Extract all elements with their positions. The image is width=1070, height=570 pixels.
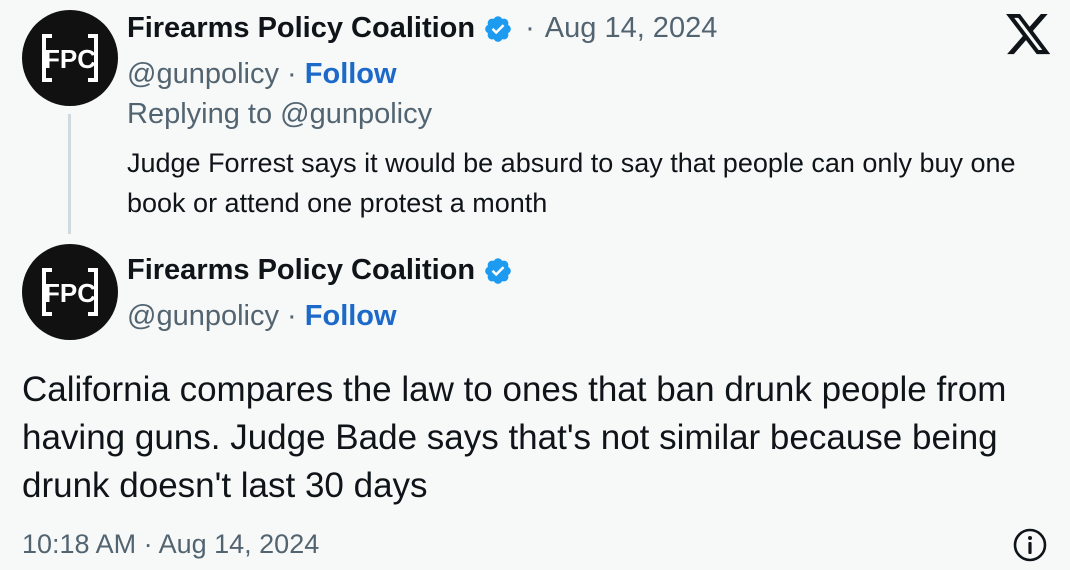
- separator-dot: ·: [525, 12, 535, 44]
- verified-badge-icon: [483, 256, 513, 286]
- handle-separator: ·: [287, 300, 297, 332]
- info-icon[interactable]: [1012, 527, 1048, 568]
- author-name[interactable]: Firearms Policy Coalition: [127, 12, 475, 45]
- author-name[interactable]: Firearms Policy Coalition: [127, 254, 475, 287]
- avatar-logo-text: FPC: [44, 278, 96, 308]
- main-handle-row: @gunpolicy · Follow: [127, 300, 397, 333]
- author-handle[interactable]: @gunpolicy: [127, 300, 279, 332]
- handle-separator: ·: [287, 58, 297, 90]
- main-author-row: Firearms Policy Coalition: [127, 254, 513, 287]
- fpc-logo: FPC: [42, 34, 98, 82]
- avatar-logo-text: FPC: [44, 44, 96, 74]
- follow-button[interactable]: Follow: [305, 300, 397, 332]
- tweet-date[interactable]: Aug 14, 2024: [545, 12, 718, 45]
- avatar[interactable]: FPC: [22, 10, 118, 106]
- reply-handle-row: @gunpolicy · Follow: [127, 58, 397, 91]
- verified-badge-icon: [483, 14, 513, 44]
- replying-to: Replying to @gunpolicy: [127, 98, 433, 130]
- reply-author-row: Firearms Policy Coalition · Aug 14, 2024: [127, 12, 717, 45]
- author-handle[interactable]: @gunpolicy: [127, 58, 279, 90]
- thread-line: [68, 114, 71, 234]
- fpc-logo: FPC: [42, 268, 98, 316]
- tweet-timestamp[interactable]: 10:18 AM · Aug 14, 2024: [22, 529, 319, 560]
- main-tweet-text: California compares the law to ones that…: [22, 370, 1007, 505]
- avatar[interactable]: FPC: [22, 244, 118, 340]
- follow-button[interactable]: Follow: [305, 58, 397, 90]
- x-logo-icon[interactable]: [1006, 14, 1052, 61]
- reply-tweet-text: Judge Forrest says it would be absurd to…: [127, 148, 1016, 218]
